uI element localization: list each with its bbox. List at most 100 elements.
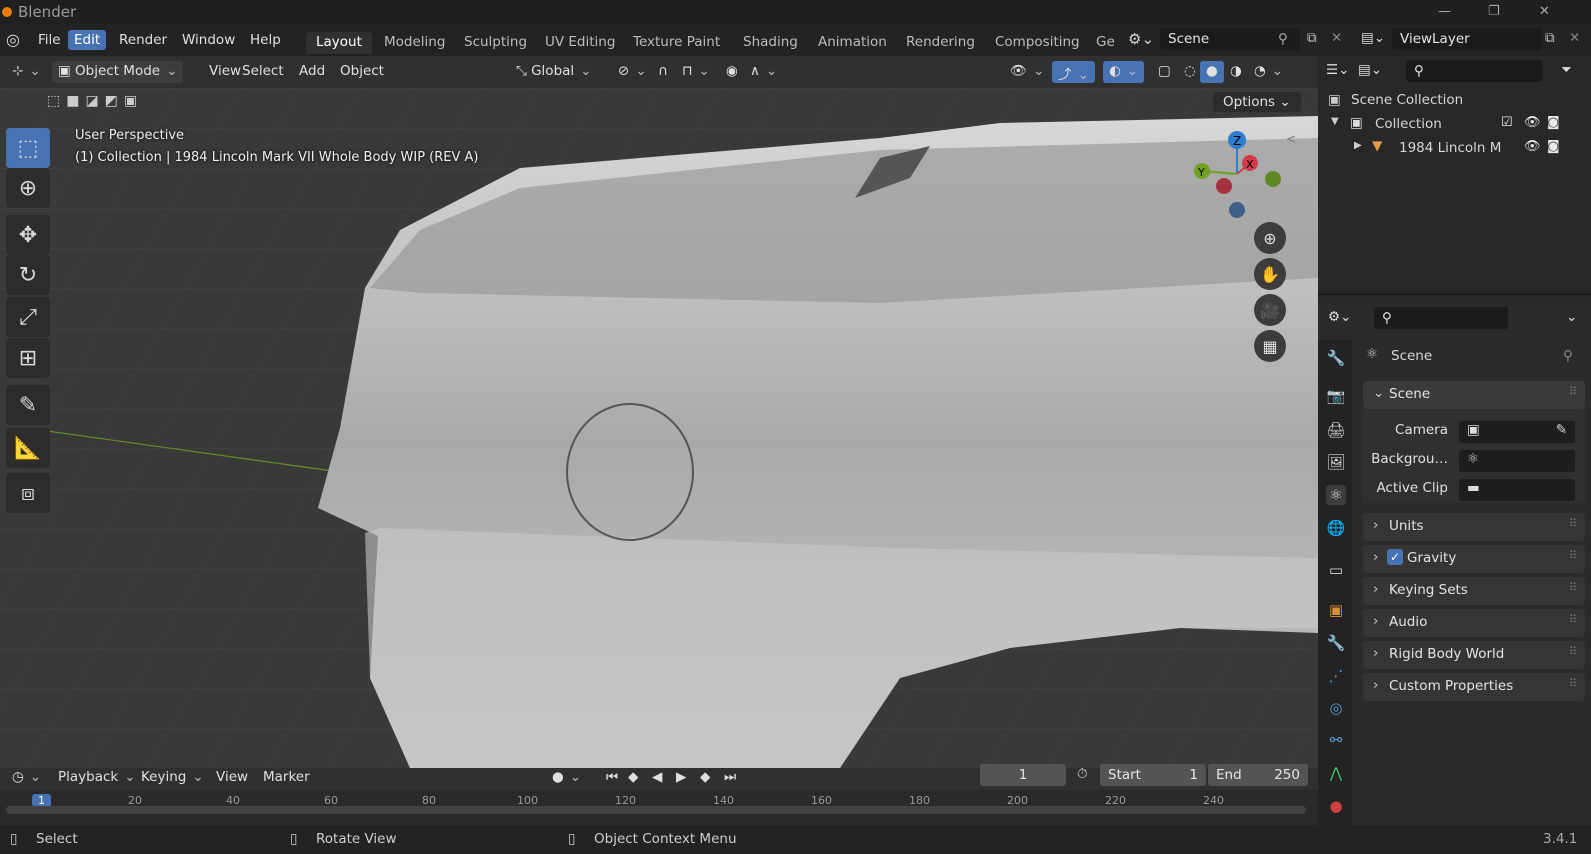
options-dropdown[interactable]: Options ⌄ [1213,92,1301,112]
grip-icon[interactable]: ⠿ [1569,385,1577,398]
menu-add[interactable]: Add [293,61,331,83]
pivot-icon[interactable]: ⊘ [612,61,653,83]
jump-end-icon[interactable]: ⏭ [718,767,742,789]
tool-tab-icon[interactable]: 🔧 [1326,348,1346,368]
menu-render[interactable]: Render [113,30,173,50]
keying-menu[interactable]: Keying [135,767,210,789]
rotate-tool-icon[interactable]: ↻ [6,255,50,295]
tab-sculpting[interactable]: Sculpting [454,32,537,54]
tab-rendering[interactable]: Rendering [896,32,985,54]
select-box-tool-icon[interactable]: ⬚ [6,128,50,168]
3d-viewport[interactable]: < ⬚ ⊕ ✥ ↻ ⤢ ⊞ ✎ 📐 ⧈ ⬚■◪◩▣ User Perspecti… [0,88,1318,768]
delete-viewlayer-icon[interactable]: ✕ [1569,30,1580,46]
delete-scene-icon[interactable]: ✕ [1331,30,1342,46]
tab-modeling[interactable]: Modeling [374,32,455,54]
orientation-dropdown[interactable]: ⤡ Global [510,61,597,83]
maximize-icon[interactable]: ❐ [1488,4,1500,19]
pan-hand-icon[interactable]: ✋ [1254,258,1286,290]
blender-menu-icon[interactable]: ◎ [6,30,20,49]
filter-icon[interactable]: ⏷ [1561,62,1572,78]
physics-tab-icon[interactable]: ◎ [1326,698,1346,718]
timeline-view-menu[interactable]: View [210,767,254,789]
gizmo-icon[interactable]: ⤴ [1052,61,1095,83]
world-tab-icon[interactable]: 🌐 [1326,518,1346,538]
gravity-panel-header[interactable]: › ✓ Gravity ⠿ [1363,545,1585,573]
proportional-edit-icon[interactable]: ◉ [720,61,744,83]
mode-dropdown[interactable]: ▣ Object Mode [52,61,184,83]
material-tab-icon[interactable]: ● [1326,796,1346,816]
visibility-icon[interactable]: 👁 [1004,61,1050,83]
context-pin-icon[interactable]: ⚲ [1563,348,1573,364]
eyedropper-icon[interactable]: ✎ [1556,422,1567,438]
play-reverse-icon[interactable]: ◀ [646,767,668,789]
wireframe-shading-icon[interactable]: ◌ [1178,61,1202,83]
properties-search-input[interactable]: ⚲ [1374,307,1508,329]
measure-tool-icon[interactable]: 📐 [6,428,50,468]
object-eye-icon[interactable]: 👁 [1524,139,1541,154]
view-layer-tab-icon[interactable]: 🖼 [1326,452,1346,472]
grip-icon[interactable]: ⠿ [1569,677,1577,690]
viewlayer-icon[interactable]: ▤⌄ [1361,30,1385,46]
record-icon[interactable]: ● [546,767,587,789]
scene-icon[interactable]: ⚙⌄ [1128,30,1154,48]
overlay-icon[interactable]: ◐ [1103,61,1145,83]
collection-eye-icon[interactable]: 👁 [1524,115,1541,130]
tab-animation[interactable]: Animation [808,32,897,54]
timeline-scrollbar[interactable] [6,806,1306,814]
menu-help[interactable]: Help [244,30,287,50]
tab-compositing[interactable]: Compositing [985,32,1090,54]
play-icon[interactable]: ▶ [670,767,692,789]
menu-object[interactable]: Object [334,61,390,83]
tab-layout[interactable]: Layout [306,32,372,54]
grip-icon[interactable]: ⠿ [1569,517,1577,530]
scene-tab-icon[interactable]: ⚛ [1326,485,1346,505]
render-tab-icon[interactable]: 📷 [1326,386,1346,406]
timeline-editor-icon[interactable]: ◷ [6,767,47,789]
current-frame-field[interactable]: 1 [980,764,1066,786]
close-icon[interactable]: ✕ [1539,4,1550,19]
cursor-tool-icon[interactable]: ⊕ [6,168,50,208]
properties-options-icon[interactable]: ⌄ [1566,309,1577,325]
end-frame-field[interactable]: End 250 [1208,764,1308,786]
object-camera-icon[interactable]: ◙ [1547,139,1560,154]
navigation-gizmo[interactable]: Z X Y [1190,126,1290,226]
output-tab-icon[interactable]: 🖨 [1326,420,1346,440]
scale-tool-icon[interactable]: ⤢ [6,297,50,337]
new-scene-icon[interactable]: ⧉ [1307,30,1317,46]
collection-label[interactable]: Collection [1375,116,1442,132]
collection-checkbox-icon[interactable]: ☑ [1501,115,1513,130]
rigid-body-panel-header[interactable]: › Rigid Body World ⠿ [1363,641,1585,669]
grip-icon[interactable]: ⠿ [1569,645,1577,658]
prev-keyframe-icon[interactable]: ◆ [622,767,644,789]
start-frame-field[interactable]: Start 1 [1100,764,1206,786]
menu-select[interactable]: Select [236,61,290,83]
display-mode-icon[interactable]: ▤⌄ [1358,62,1382,78]
active-clip-field[interactable]: ▬ [1459,479,1575,501]
scene-collection-label[interactable]: Scene Collection [1351,92,1463,108]
playback-menu[interactable]: Playback [52,767,142,789]
particles-tab-icon[interactable]: ⋰ [1326,666,1346,686]
tab-shading[interactable]: Shading [733,32,808,54]
pin-icon[interactable]: ⚲ [1278,31,1288,47]
custom-properties-panel-header[interactable]: › Custom Properties ⠿ [1363,673,1585,701]
background-field[interactable]: ⚛ [1459,450,1575,472]
object-tab-icon[interactable]: ▣ [1326,600,1346,620]
properties-editor-icon[interactable]: ⚙⌄ [1328,309,1351,325]
snap-target-icon[interactable]: ⊓ [676,61,716,83]
timer-icon[interactable]: ⏱ [1077,766,1088,782]
outliner-search-input[interactable]: ⚲ [1406,60,1542,82]
menu-edit[interactable]: Edit [68,30,107,50]
material-shading-icon[interactable]: ◑ [1224,61,1248,83]
camera-field[interactable]: ▣ ✎ [1459,421,1575,443]
minimize-icon[interactable]: — [1438,4,1451,19]
viewlayer-field[interactable]: ViewLayer [1392,28,1542,50]
tab-uv-editing[interactable]: UV Editing [535,32,625,54]
timeline-track[interactable]: 1 20 40 60 80 100 120 140 160 180 200 22… [0,790,1318,825]
camera-view-icon[interactable]: 🎥 [1254,294,1286,326]
new-viewlayer-icon[interactable]: ⧉ [1545,30,1555,46]
selection-mode-icons[interactable]: ⬚■◪◩▣ [47,93,143,109]
snap-icon[interactable]: ∩ [652,61,674,83]
falloff-icon[interactable]: ∧ [744,61,783,83]
audio-panel-header[interactable]: › Audio ⠿ [1363,609,1585,637]
menu-file[interactable]: File [32,30,67,50]
